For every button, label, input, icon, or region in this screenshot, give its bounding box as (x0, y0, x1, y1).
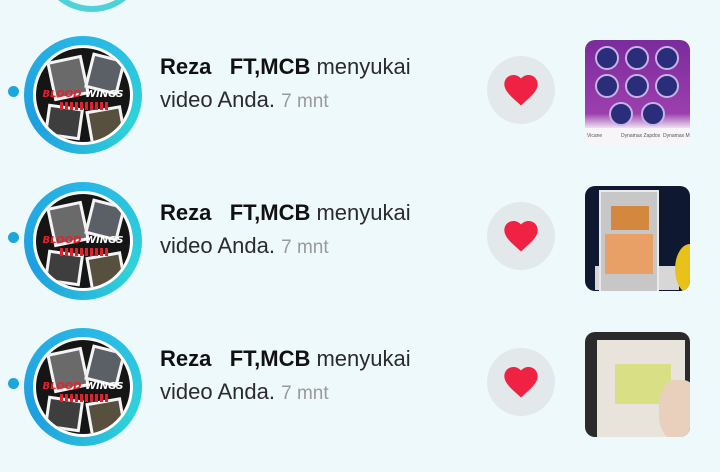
notification-item[interactable]: BLOOD WINGS Reza FT,MCB menyukai video A… (0, 328, 720, 472)
video-thumbnail[interactable] (585, 186, 690, 291)
story-ring[interactable]: BLOOD WINGS (24, 36, 142, 154)
video-thumbnail[interactable] (585, 332, 690, 437)
like-button[interactable] (487, 202, 555, 270)
unread-indicator (8, 378, 19, 389)
previous-avatar-ring (38, 0, 146, 12)
unread-indicator (8, 86, 19, 97)
notification-text[interactable]: Reza FT,MCB menyukai video Anda. 7 mnt (160, 50, 460, 118)
like-button[interactable] (487, 56, 555, 124)
notification-item[interactable]: BLOOD WINGS Reza FT,MCB menyukai video A… (0, 182, 720, 326)
unread-indicator (8, 232, 19, 243)
notification-item[interactable]: BLOOD WINGS Reza FT,MCB menyukai video A… (0, 36, 720, 180)
avatar[interactable]: BLOOD WINGS (33, 45, 133, 145)
video-thumbnail[interactable]: Vicane Dynamax Zapdos Dynamax M (585, 40, 690, 145)
heart-icon (504, 75, 538, 106)
timestamp: 7 mnt (281, 383, 329, 404)
notification-text[interactable]: Reza FT,MCB menyukai video Anda. 7 mnt (160, 342, 460, 410)
avatar-logo-text: BLOOD WINGS (42, 381, 124, 392)
username[interactable]: Reza FT,MCB (160, 54, 310, 79)
timestamp: 7 mnt (281, 91, 329, 112)
heart-icon (504, 367, 538, 398)
story-ring[interactable]: BLOOD WINGS (24, 182, 142, 300)
avatar[interactable]: BLOOD WINGS (33, 191, 133, 291)
avatar-logo-text: BLOOD WINGS (42, 235, 124, 246)
story-ring[interactable]: BLOOD WINGS (24, 328, 142, 446)
username[interactable]: Reza FT,MCB (160, 346, 310, 371)
username[interactable]: Reza FT,MCB (160, 200, 310, 225)
timestamp: 7 mnt (281, 237, 329, 258)
notification-text[interactable]: Reza FT,MCB menyukai video Anda. 7 mnt (160, 196, 460, 264)
heart-icon (504, 221, 538, 252)
avatar[interactable]: BLOOD WINGS (33, 337, 133, 437)
like-button[interactable] (487, 348, 555, 416)
avatar-logo-text: BLOOD WINGS (42, 89, 124, 100)
